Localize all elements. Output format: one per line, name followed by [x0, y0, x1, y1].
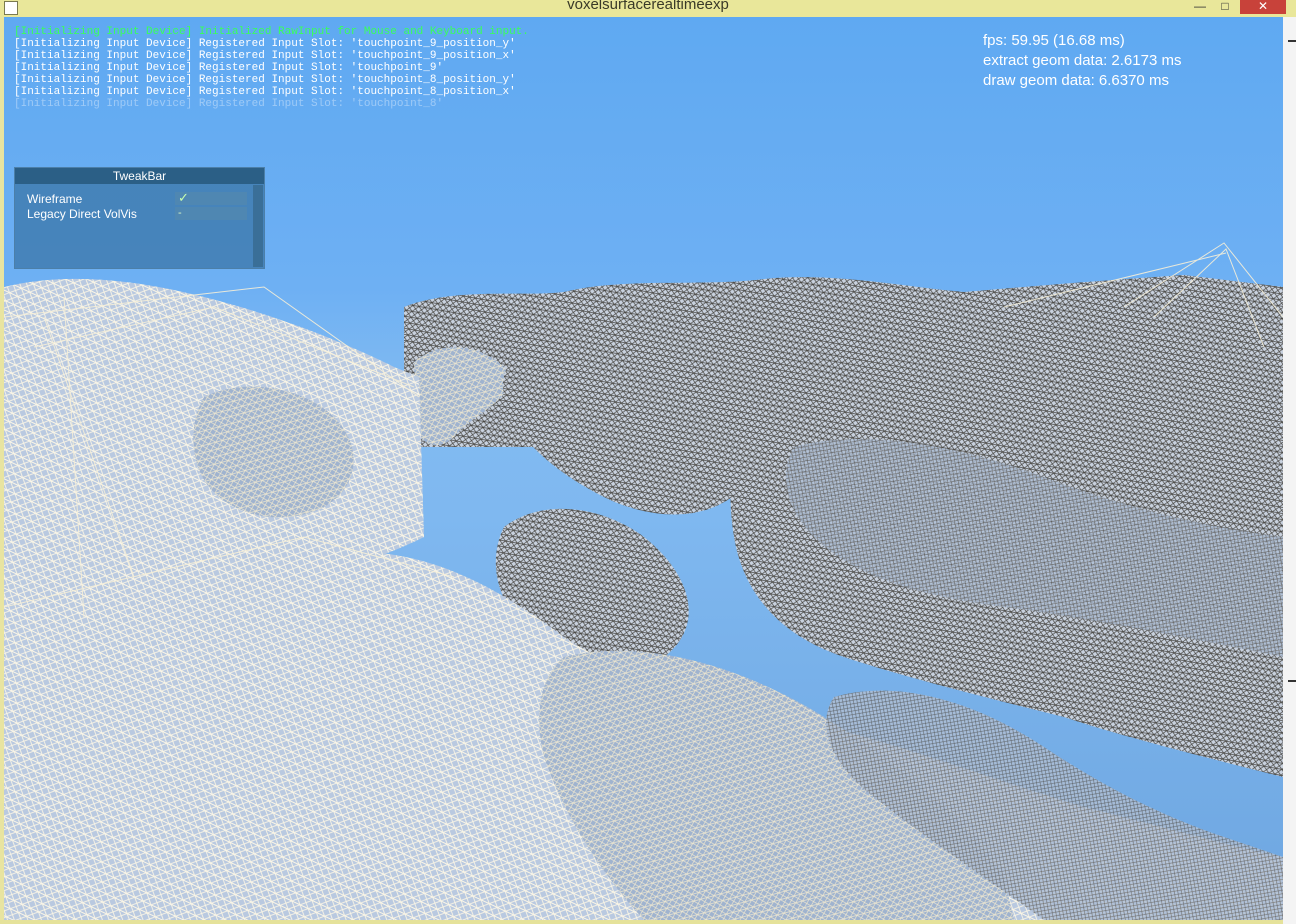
edge-tick	[1288, 680, 1296, 682]
draw-time-readout: draw geom data: 6.6370 ms	[983, 72, 1169, 89]
wireframe-terrain-scene	[4, 242, 1283, 920]
legacy-volvis-label: Legacy Direct VolVis	[27, 207, 137, 221]
tweakbar-title[interactable]: TweakBar	[15, 168, 264, 184]
console-line: [Initializing Input Device] Registered I…	[14, 62, 444, 74]
edge-tick	[1288, 40, 1296, 42]
console-line: [Initializing Input Device] Registered I…	[14, 50, 516, 62]
legacy-volvis-checkbox[interactable]: -	[175, 207, 247, 220]
window-right-edge	[1283, 17, 1296, 924]
tweakbar-row-legacy-volvis[interactable]: Legacy Direct VolVis	[27, 207, 137, 221]
window-title: voxelsurfacerealtimeexp	[567, 0, 729, 13]
console-line: [Initializing Input Device] Initialized …	[14, 26, 529, 38]
close-button[interactable]: ✕	[1240, 0, 1286, 14]
console-line: [Initializing Input Device] Registered I…	[14, 74, 516, 86]
perf-stats: fps: 59.95 (16.68 ms) extract geom data:…	[983, 31, 1181, 91]
tweakbar-panel[interactable]: TweakBar Wireframe ✓ Legacy Direct VolVi…	[14, 167, 265, 269]
tweakbar-scrollbar[interactable]	[253, 185, 263, 267]
console-line: [Initializing Input Device] Registered I…	[14, 38, 516, 50]
minimize-button[interactable]: —	[1190, 0, 1210, 14]
extract-time-readout: extract geom data: 2.6173 ms	[983, 52, 1182, 69]
window-titlebar[interactable]: voxelsurfacerealtimeexp — □ ✕	[0, 0, 1296, 17]
console-line: [Initializing Input Device] Registered I…	[14, 86, 516, 98]
console-log: [Initializing Input Device] Initialized …	[14, 26, 529, 110]
wireframe-checkbox[interactable]: ✓	[175, 191, 247, 205]
fps-readout: fps: 59.95 (16.68 ms)	[983, 32, 1125, 49]
window-bottom-border	[0, 920, 1283, 924]
wireframe-label: Wireframe	[27, 192, 83, 206]
maximize-button[interactable]: □	[1214, 0, 1236, 14]
render-viewport[interactable]: [Initializing Input Device] Initialized …	[4, 17, 1283, 920]
tweakbar-row-wireframe[interactable]: Wireframe	[27, 192, 82, 206]
console-line: [Initializing Input Device] Registered I…	[14, 98, 444, 110]
